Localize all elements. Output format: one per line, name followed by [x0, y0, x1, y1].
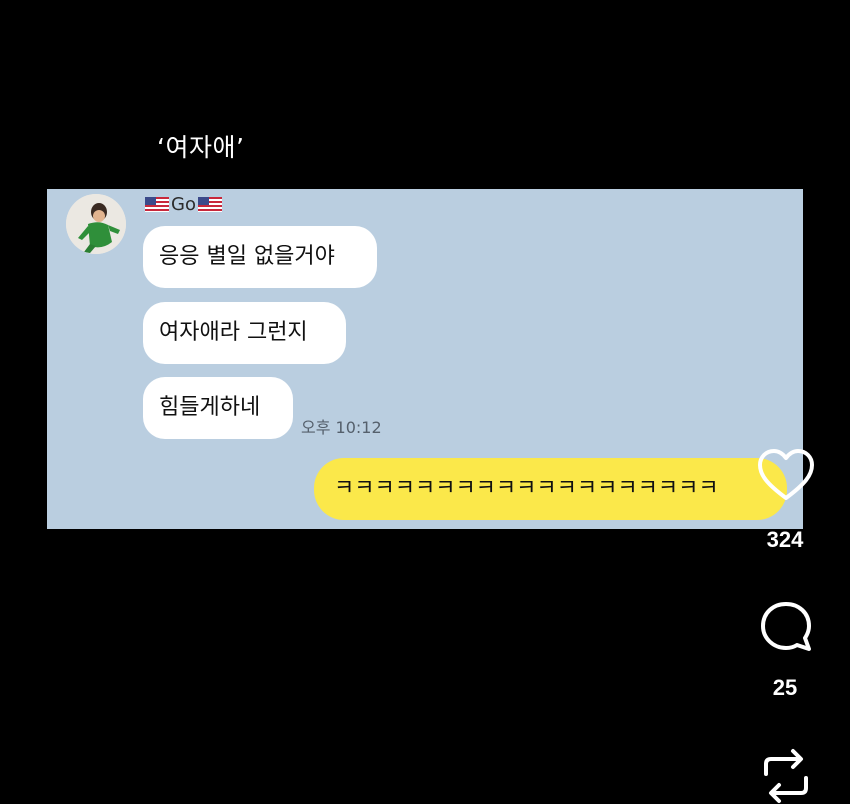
us-flag-icon	[197, 196, 222, 212]
repost-icon[interactable]	[760, 748, 812, 804]
incoming-message: 힘들게하네	[143, 377, 293, 439]
sender-name-label: Go	[171, 193, 196, 215]
incoming-message: 여자애라 그런지	[143, 302, 346, 364]
sender-name: Go	[145, 193, 222, 215]
us-flag-icon	[145, 196, 169, 212]
avatar	[66, 194, 126, 254]
comment-count: 25	[772, 675, 798, 700]
heart-icon[interactable]	[757, 448, 815, 502]
message-timestamp: 오후 10:12	[301, 418, 382, 437]
outgoing-message: ㅋㅋㅋㅋㅋㅋㅋㅋㅋㅋㅋㅋㅋㅋㅋㅋㅋㅋㅋ	[314, 458, 787, 520]
comment-bubble-icon[interactable]	[759, 600, 813, 654]
like-count: 324	[766, 527, 804, 552]
post-caption: ‘여자애’	[157, 133, 245, 162]
post-viewer: ‘여자애’ Go 응응 별일 없을거야 여자애라 그런지 힘들게하네 오후 10…	[0, 0, 850, 804]
incoming-message: 응응 별일 없을거야	[143, 226, 377, 288]
chat-screenshot: Go 응응 별일 없을거야 여자애라 그런지 힘들게하네 오후 10:12 ㅋㅋ…	[47, 189, 803, 529]
